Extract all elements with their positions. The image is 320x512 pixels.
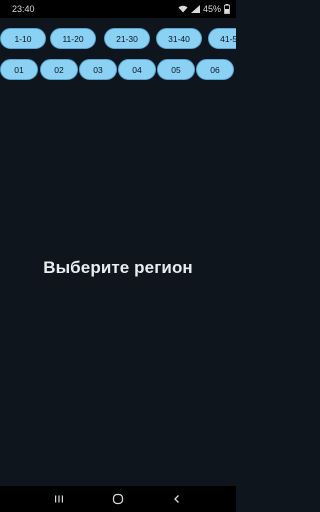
battery-icon <box>224 4 230 14</box>
signal-icon <box>190 5 200 13</box>
number-chip[interactable]: 02 <box>40 59 78 80</box>
status-time: 23:40 <box>12 4 35 14</box>
battery-percent: 45% <box>202 4 221 14</box>
wifi-icon <box>178 5 188 13</box>
home-icon[interactable] <box>108 489 128 509</box>
number-chip[interactable]: 03 <box>79 59 117 80</box>
status-icons: 45% <box>178 4 230 14</box>
number-chip-row: 01 02 03 04 05 06 <box>0 59 236 81</box>
range-chip[interactable]: 11-20 <box>50 28 96 49</box>
range-chip[interactable]: 41-50 <box>208 28 236 49</box>
range-chip[interactable]: 1-10 <box>0 28 46 49</box>
number-chip[interactable]: 04 <box>118 59 156 80</box>
range-chip[interactable]: 31-40 <box>156 28 202 49</box>
recent-apps-icon[interactable] <box>49 489 69 509</box>
range-chip-row: 1-10 11-20 21-30 31-40 41-50 <box>0 28 236 50</box>
status-bar: 23:40 45% <box>0 0 236 18</box>
navigation-bar <box>0 486 236 512</box>
select-region-prompt: Выберите регион <box>43 258 193 277</box>
number-chip[interactable]: 06 <box>196 59 234 80</box>
number-chip[interactable]: 01 <box>0 59 38 80</box>
number-chip[interactable]: 05 <box>157 59 195 80</box>
range-chip[interactable]: 21-30 <box>104 28 150 49</box>
back-icon[interactable] <box>167 489 187 509</box>
